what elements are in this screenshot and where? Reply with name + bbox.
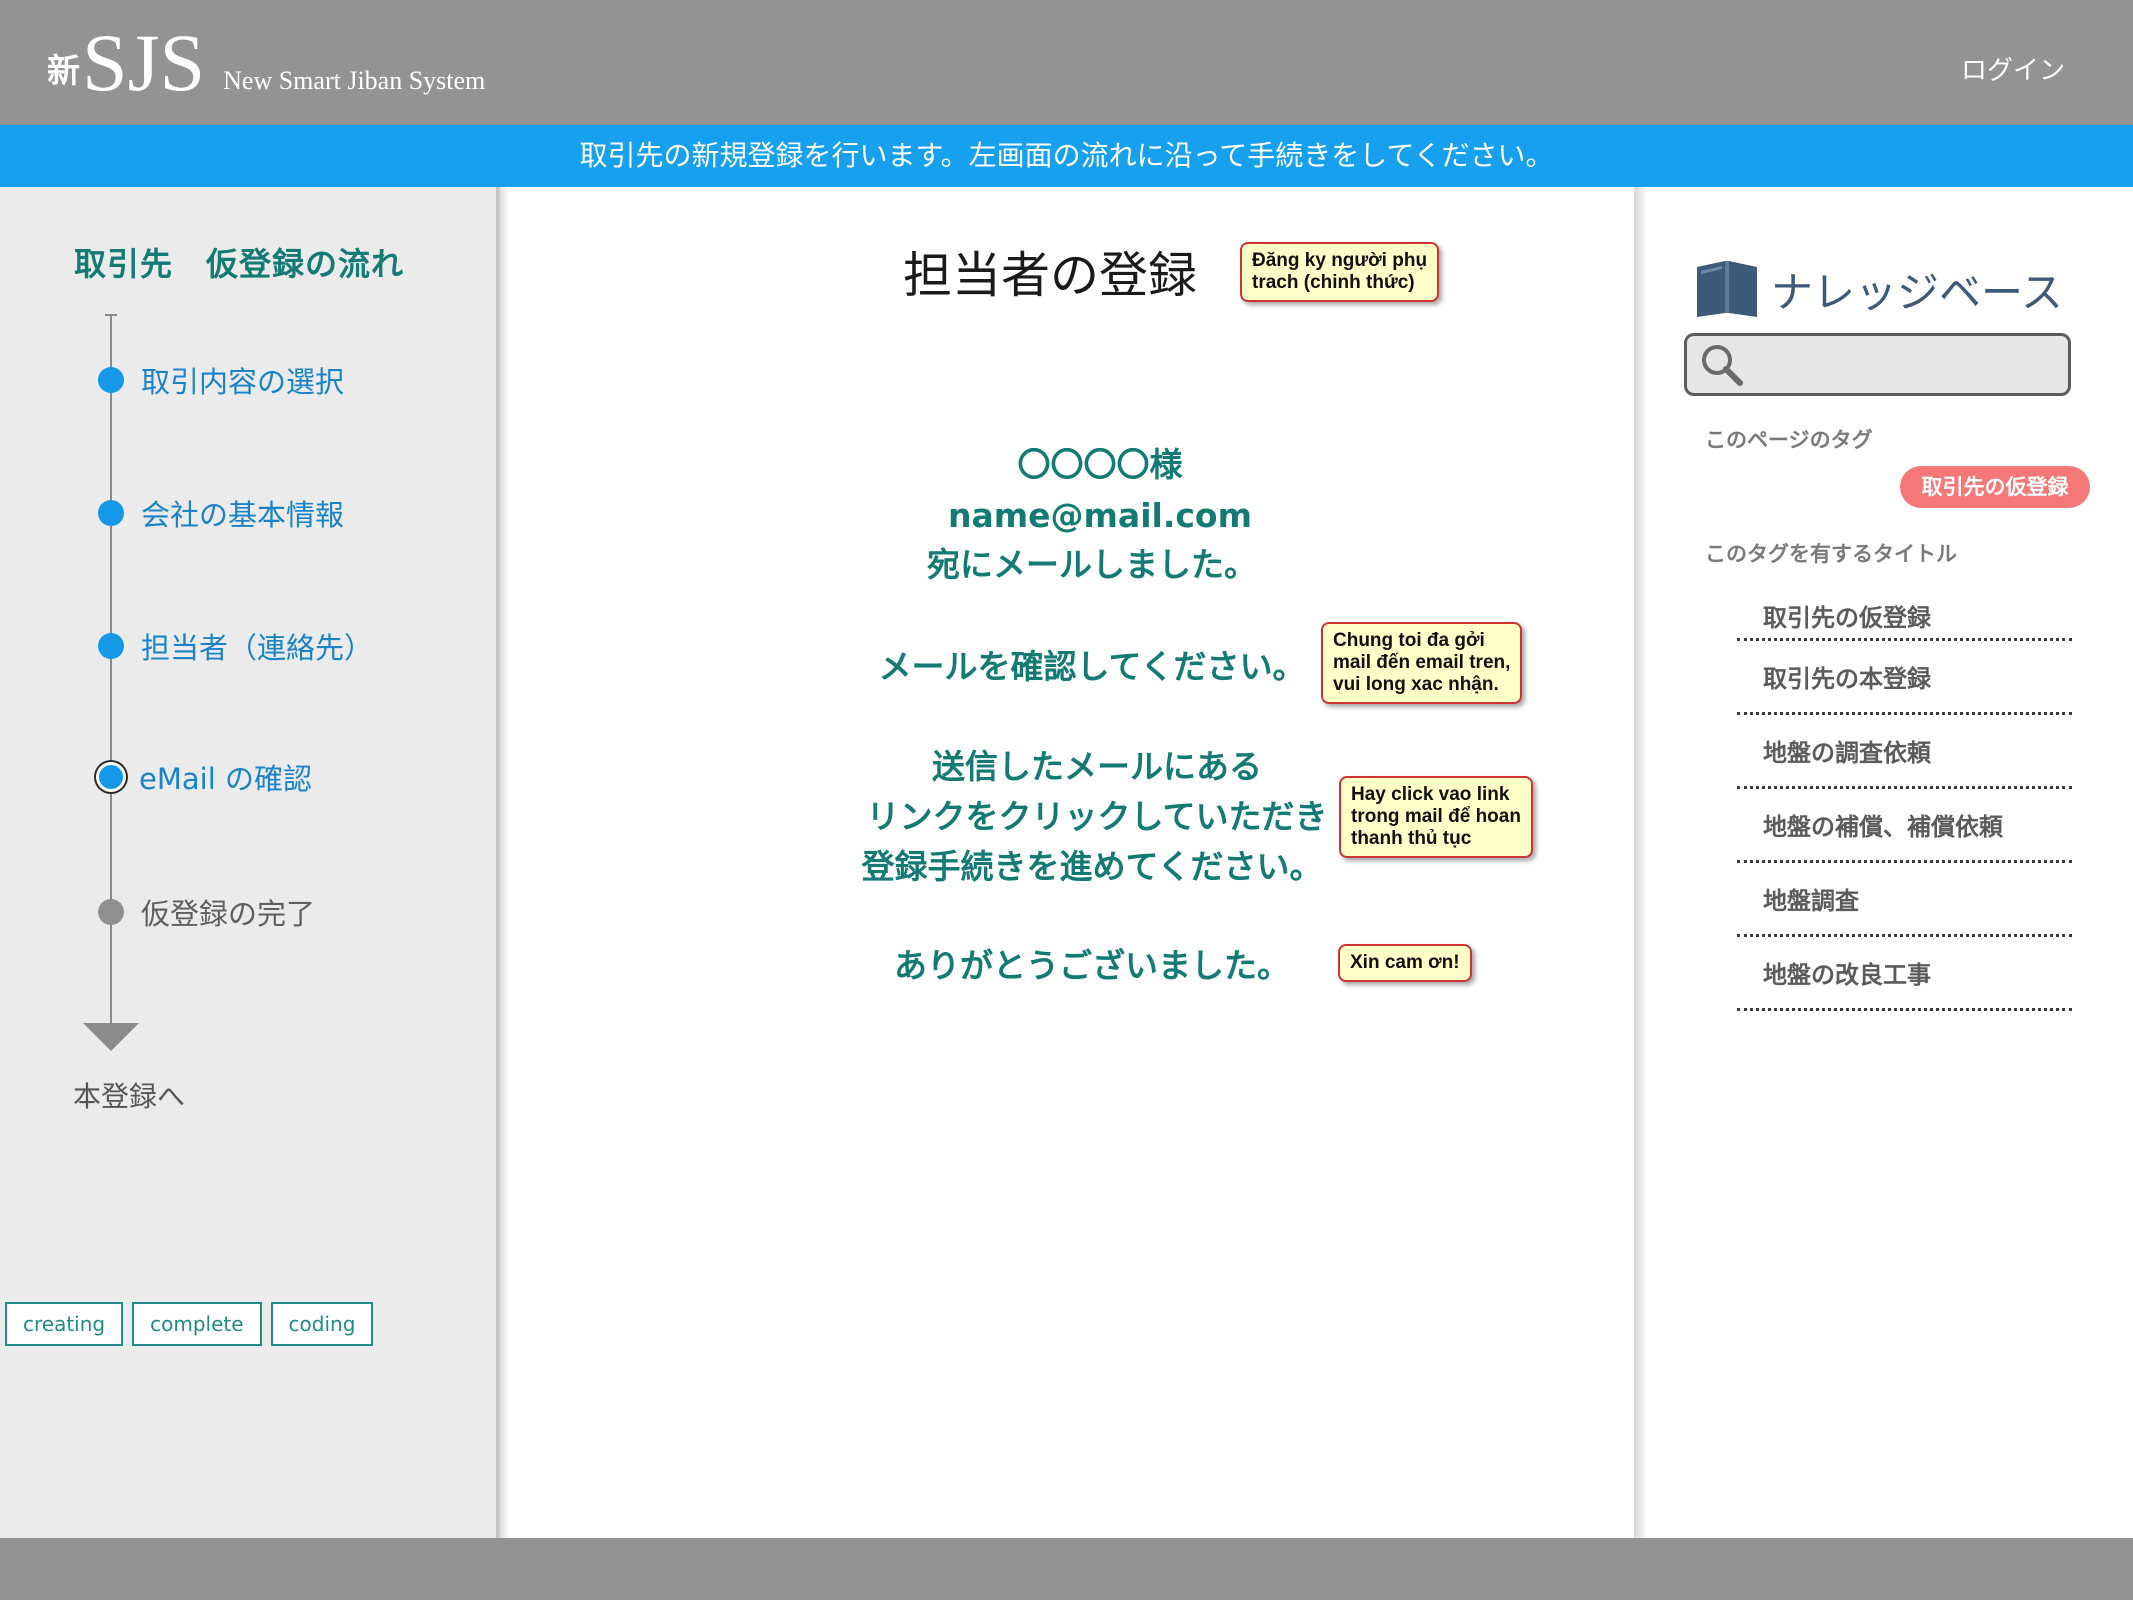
page-tags-label: このページのタグ [1705, 428, 1873, 452]
note-confirm: Chung toi đa gởi mail đến email tren, vu… [1321, 622, 1523, 704]
confirm-line: メールを確認してください。 [878, 647, 1306, 686]
tagged-title-item[interactable]: 取引先の本登録 [1737, 641, 2072, 715]
tagged-title-item[interactable]: 地盤調査 [1737, 863, 2072, 937]
flow-step-1[interactable]: 取引内容の選択 [98, 359, 344, 401]
link-line-3: 登録手続きを進めてください。 [861, 847, 1323, 886]
link-line-1: 送信したメールにある [932, 747, 1262, 786]
recipient-name: 〇〇〇〇様 [1017, 445, 1183, 484]
info-banner: 取引先の新規登録を行います。左画面の流れに沿って手続きをしてください。 [0, 125, 2133, 187]
flow-step-label: eMail の確認 [139, 762, 312, 796]
note-link: Hay click vao link trong mail để hoan th… [1339, 776, 1533, 858]
flow-step-3[interactable]: 担当者（連絡先） [98, 625, 373, 667]
page-tag[interactable]: 取引先の仮登録 [1900, 466, 2090, 508]
login-link[interactable]: ログイン [1961, 50, 2065, 87]
sidebar-shadow [496, 187, 510, 1538]
flow-step-label: 仮登録の完了 [141, 897, 316, 931]
step-pending-dot [98, 899, 124, 925]
step-done-dot [98, 367, 124, 393]
flow-step-2[interactable]: 会社の基本情報 [98, 492, 344, 534]
status-tag-complete[interactable]: complete [132, 1302, 262, 1346]
knowledge-base-title: ナレッジベース [1771, 267, 2063, 317]
titles-label: このタグを有するタイトル [1705, 542, 1957, 566]
knowledge-base-header: ナレッジベース [1695, 257, 2063, 321]
note-thanks: Xin cam ơn! [1338, 944, 1472, 982]
panel-shadow [1634, 187, 1648, 1538]
tagged-title-item[interactable]: 地盤の調査依頼 [1737, 715, 2072, 789]
step-current-dot [96, 762, 126, 792]
tagged-title-item[interactable]: 取引先の仮登録 [1737, 593, 2072, 641]
flow-step-label: 担当者（連絡先） [141, 631, 374, 665]
tagged-title-item[interactable]: 地盤の改良工事 [1737, 937, 2072, 1011]
page-title: 担当者の登録 [903, 247, 1198, 304]
tagged-title-item[interactable]: 地盤の補償、補償依頼 [1737, 789, 2072, 863]
knowledge-search-input[interactable] [1749, 342, 2059, 387]
logo-kanji: 新 [47, 51, 80, 90]
book-icon [1695, 257, 1759, 321]
flow-step-4-current[interactable]: eMail の確認 [96, 756, 312, 798]
flow-title: 取引先 仮登録の流れ [74, 245, 405, 283]
status-tag-creating[interactable]: creating [5, 1302, 124, 1346]
bottom-footer [0, 1538, 2133, 1600]
flow-step-label: 取引内容の選択 [141, 365, 345, 399]
tagged-titles-list: 取引先の仮登録 取引先の本登録 地盤の調査依頼 地盤の補償、補償依頼 地盤調査 … [1737, 593, 2072, 1011]
thanks-line: ありがとうございました。 [894, 946, 1290, 985]
note-title: Đăng ky người phụ trach (chinh thức) [1240, 242, 1440, 302]
arrow-down-icon [83, 1023, 139, 1051]
step-done-dot [98, 500, 124, 526]
flow-step-5: 仮登録の完了 [98, 891, 315, 933]
top-header: 新 SJS New Smart Jiban System ログイン [0, 0, 2133, 125]
logo-main: SJS [82, 17, 206, 108]
flow-step-label: 会社の基本情報 [141, 498, 345, 532]
status-tag-coding[interactable]: coding [270, 1302, 374, 1346]
search-icon[interactable] [1699, 342, 1745, 392]
next-stage-label: 本登録へ [73, 1080, 186, 1113]
link-line-2: リンクをクリックしていただき [866, 797, 1328, 836]
logo-subtitle: New Smart Jiban System [223, 66, 486, 95]
sent-line: 宛にメールしました。 [927, 545, 1257, 584]
step-done-dot [98, 633, 124, 659]
app-logo[interactable]: 新 SJS New Smart Jiban System [47, 22, 485, 104]
knowledge-search-box[interactable] [1684, 333, 2071, 396]
status-tag-group: creating complete coding [5, 1302, 374, 1346]
recipient-email: name@mail.com [948, 496, 1252, 535]
